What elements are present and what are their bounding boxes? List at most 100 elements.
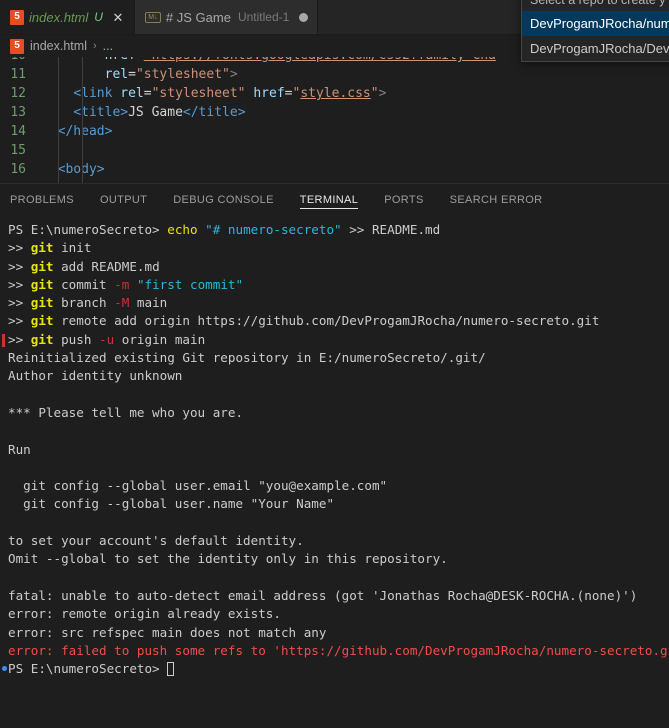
line-number: 13 <box>10 105 26 120</box>
close-icon[interactable]: ✕ <box>111 11 125 24</box>
gutter-spacer <box>2 367 8 385</box>
code-line: 13 <title>JS Game</title> <box>0 103 669 122</box>
html5-icon <box>10 38 24 54</box>
terminal-line: error: src refspec main does not match a… <box>0 624 669 642</box>
unsaved-dot-icon[interactable] <box>299 12 309 22</box>
panel-tab-debug-console[interactable]: DEBUG CONSOLE <box>173 184 274 215</box>
terminal-text: error: failed to push some refs to 'http… <box>8 642 669 658</box>
terminal-line: error: remote origin already exists. <box>0 605 669 623</box>
tab-index-html[interactable]: index.html U ✕ <box>0 0 135 34</box>
gutter-spacer <box>2 624 8 642</box>
breadcrumb-more[interactable]: ... <box>103 39 113 53</box>
gutter-spacer <box>2 349 8 367</box>
quick-pick-item-0[interactable]: DevProgamJRocha/num <box>522 11 669 36</box>
terminal-line: >> git branch -M main <box>0 294 669 312</box>
terminal-text: to set your account's default identity. <box>8 533 304 549</box>
terminal-text: error: remote origin already exists. <box>8 606 281 622</box>
chevron-right-icon: › <box>92 40 97 52</box>
terminal-line: to set your account's default identity. <box>0 532 669 550</box>
code-text: <body> <box>42 160 669 179</box>
gutter-spacer <box>2 441 8 459</box>
gutter-spacer <box>2 605 8 623</box>
quick-pick-item-1[interactable]: DevProgamJRocha/Dev <box>522 36 669 61</box>
repo-quick-pick[interactable]: Select a repo to create y DevProgamJRoch… <box>521 0 669 62</box>
terminal-line: >> git push -u origin main <box>0 331 669 349</box>
panel-tab-search-error[interactable]: SEARCH ERROR <box>450 184 543 215</box>
line-number: 12 <box>10 86 26 101</box>
vscode-window: index.html U ✕ # JS Game Untitled-1 inde… <box>0 0 669 728</box>
terminal-line: git config --global user.name "Your Name… <box>0 495 669 513</box>
terminal-line: Reinitialized existing Git repository in… <box>0 349 669 367</box>
terminal-line: >> git init <box>0 239 669 257</box>
code-text: </head> <box>57 124 113 139</box>
terminal-text: Run <box>8 441 31 457</box>
tab-description: Untitled-1 <box>237 10 290 24</box>
gutter-spacer <box>2 459 8 477</box>
gutter-spacer <box>2 221 8 239</box>
terminal-line: >> git commit -m "first commit" <box>0 276 669 294</box>
terminal-line: Run <box>0 441 669 459</box>
terminal-text: Reinitialized existing Git repository in… <box>8 350 486 366</box>
code-text: rel="stylesheet"> <box>104 67 238 82</box>
panel-tab-problems[interactable]: PROBLEMS <box>10 184 74 215</box>
quick-pick-header: Select a repo to create y <box>530 0 666 7</box>
code-text: <title>JS Game</title> <box>73 105 246 120</box>
terminal-line: fatal: unable to auto-detect email addre… <box>0 587 669 605</box>
terminal-line: Omit --global to set the identity only i… <box>0 550 669 568</box>
terminal-text: fatal: unable to auto-detect email addre… <box>8 587 638 603</box>
terminal-line: PS E:\numeroSecreto> <box>0 660 669 678</box>
command-error-marker-icon <box>2 331 8 349</box>
terminal-line: PS E:\numeroSecreto> echo "# numero-secr… <box>0 221 669 239</box>
terminal-text: *** Please tell me who you are. <box>8 404 244 420</box>
terminal-output[interactable]: PS E:\numeroSecreto> echo "# numero-secr… <box>0 215 669 728</box>
gutter-spacer <box>2 258 8 276</box>
panel-tab-ports[interactable]: PORTS <box>384 184 423 215</box>
code-text: <link rel="stylesheet" href="style.css"> <box>73 86 387 101</box>
gutter-spacer <box>2 386 8 404</box>
panel-tab-terminal[interactable]: TERMINAL <box>299 184 359 215</box>
terminal-line: git config --global user.email "you@exam… <box>0 477 669 495</box>
gutter-spacer <box>2 550 8 568</box>
gutter-spacer <box>2 276 8 294</box>
terminal-text: >> git push -u origin main <box>8 331 206 347</box>
terminal-text: Omit --global to set the identity only i… <box>8 551 448 567</box>
code-text: href="https://fonts.googleapis.com/css2?… <box>42 57 496 65</box>
terminal-cursor <box>167 662 175 677</box>
terminal-line: >> git add README.md <box>0 258 669 276</box>
terminal-line: >> git remote add origin https://github.… <box>0 312 669 330</box>
terminal-text: >> git commit -m "first commit" <box>8 276 244 292</box>
line-number: 15 <box>10 143 26 158</box>
code-editor[interactable]: 10 href="https://fonts.googleapis.com/cs… <box>0 57 669 183</box>
code-line: 12 <link rel="stylesheet" href="style.cs… <box>0 84 669 103</box>
gutter-spacer <box>2 404 8 422</box>
gutter-spacer <box>2 312 8 330</box>
terminal-text: git config --global user.email "you@exam… <box>8 478 388 494</box>
line-number: 10 <box>0 57 42 65</box>
gutter-spacer <box>2 532 8 550</box>
terminal-text: >> git branch -M main <box>8 295 168 311</box>
gutter-spacer <box>2 569 8 587</box>
panel-tab-bar: PROBLEMS OUTPUT DEBUG CONSOLE TERMINAL PORTS… <box>0 183 669 215</box>
tab-label: # JS Game <box>165 9 231 25</box>
markdown-icon <box>144 11 161 23</box>
command-prompt-marker-icon <box>2 660 8 678</box>
gutter-spacer <box>2 514 8 532</box>
breadcrumb-file[interactable]: index.html <box>30 39 87 53</box>
gutter-spacer <box>2 477 8 495</box>
line-number: 16 <box>10 162 26 177</box>
terminal-text: >> git remote add origin https://github.… <box>8 313 600 329</box>
code-line: 11 rel="stylesheet"> <box>0 65 669 84</box>
terminal-line <box>0 569 669 587</box>
panel-tab-output[interactable]: OUTPUT <box>100 184 147 215</box>
terminal-line: error: failed to push some refs to 'http… <box>0 642 669 660</box>
tab-js-game[interactable]: # JS Game Untitled-1 <box>134 0 319 34</box>
gutter-spacer <box>2 587 8 605</box>
gutter-spacer <box>2 294 8 312</box>
terminal-line <box>0 386 669 404</box>
gutter-spacer <box>2 642 8 660</box>
terminal-text: git config --global user.name "Your Name… <box>8 496 335 512</box>
